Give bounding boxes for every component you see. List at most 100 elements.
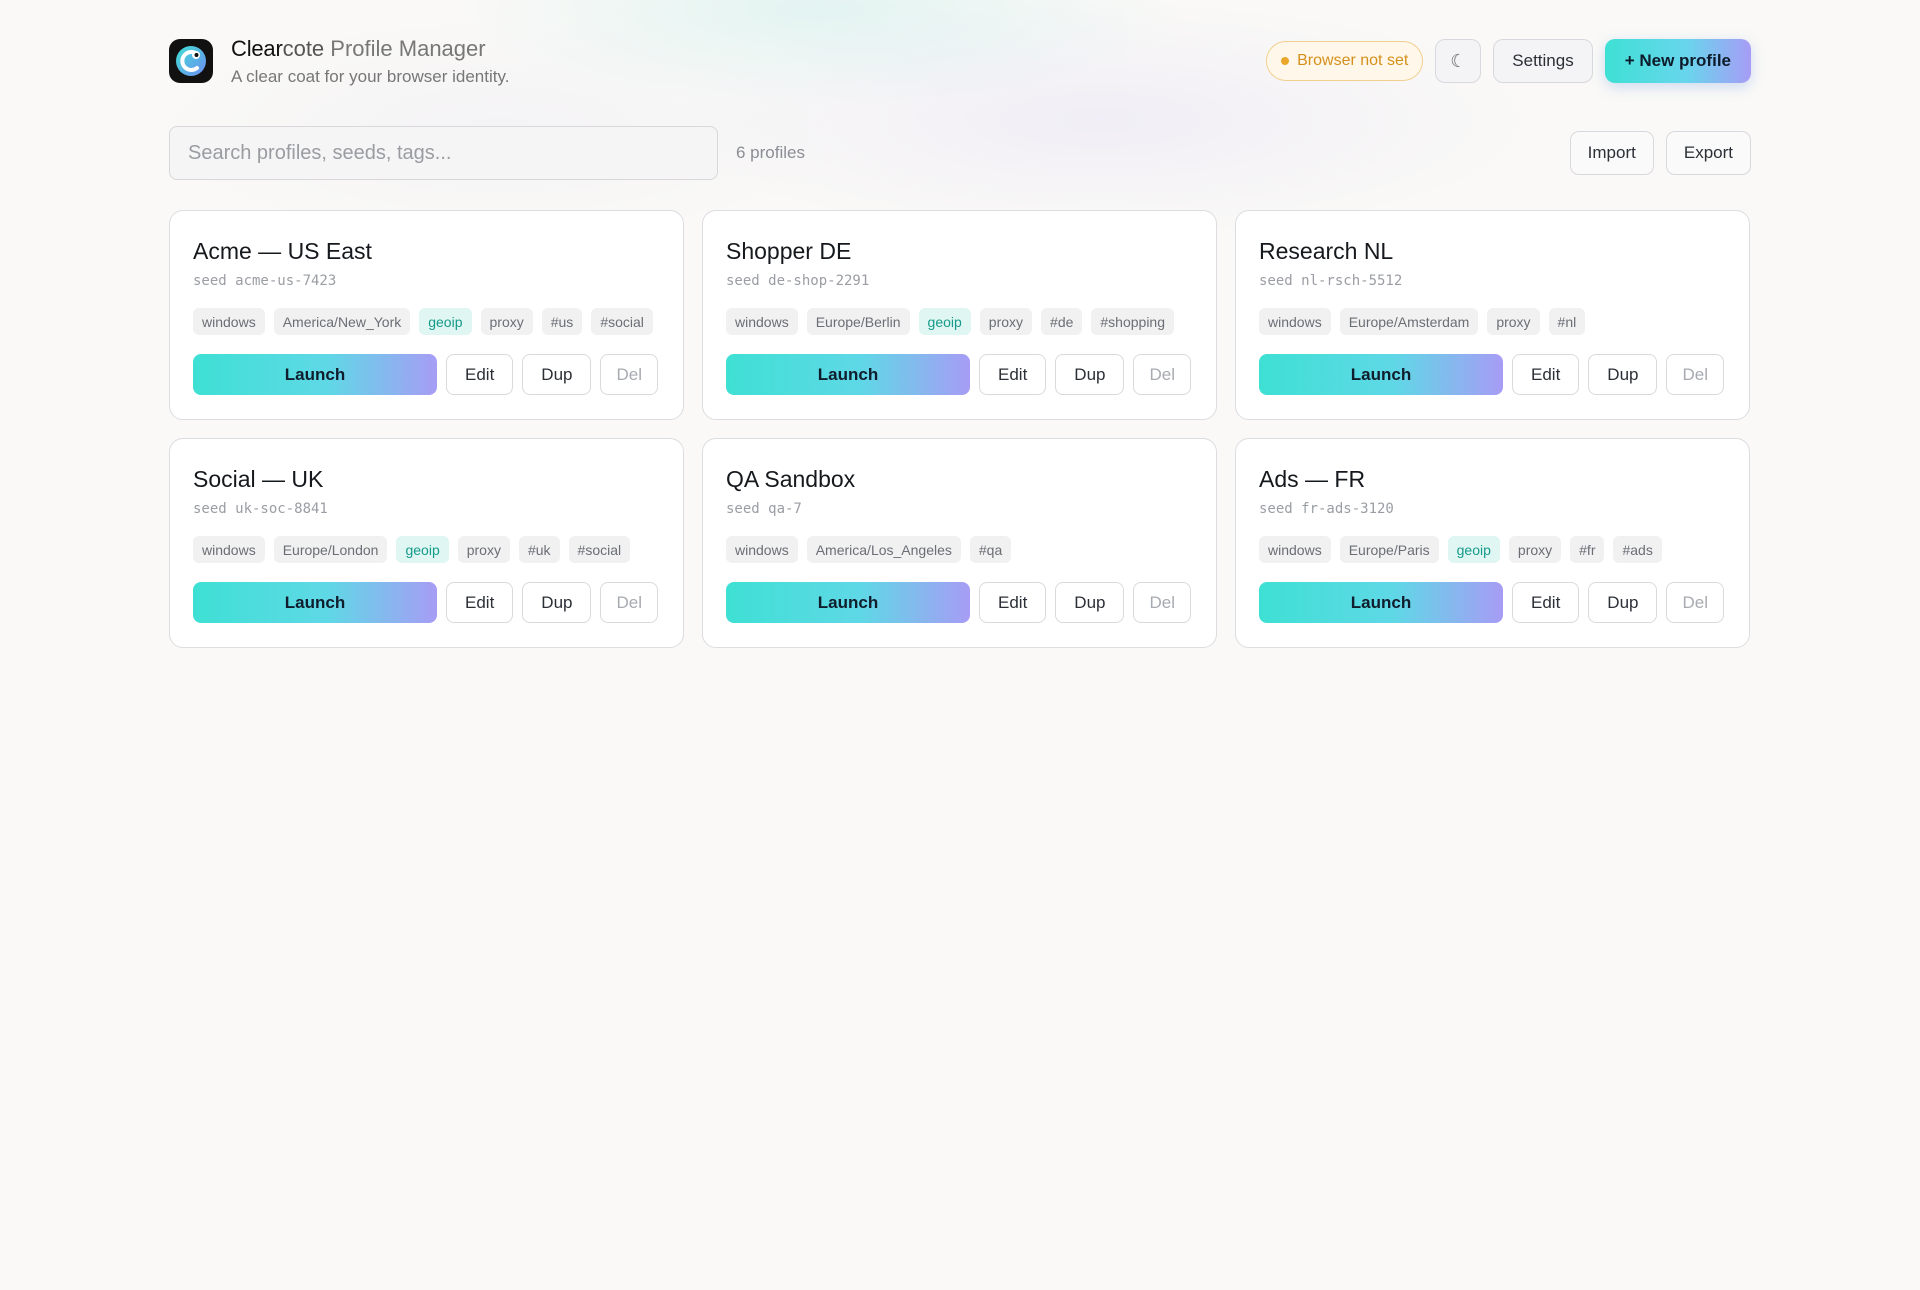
app-title: Clearcote Profile Manager	[231, 35, 509, 63]
launch-button[interactable]: Launch	[726, 582, 970, 623]
duplicate-button[interactable]: Dup	[1588, 354, 1658, 395]
profile-tag: proxy	[1487, 308, 1540, 335]
profile-tags: windows Europe/Amsterdam proxy #nl	[1259, 308, 1726, 335]
duplicate-button[interactable]: Dup	[1588, 582, 1658, 623]
delete-button[interactable]: Del	[1666, 354, 1724, 395]
header-actions: Browser not set ☾ Settings + New profile	[1266, 39, 1751, 83]
profile-card: QA Sandbox seed qa-7 windows America/Los_…	[702, 438, 1217, 648]
delete-button[interactable]: Del	[1666, 582, 1724, 623]
delete-button[interactable]: Del	[600, 582, 658, 623]
profile-tag: geoip	[918, 308, 971, 335]
profile-tag: #qa	[969, 536, 1012, 563]
profile-tag: Europe/London	[273, 536, 388, 563]
profile-tag: windows	[726, 308, 798, 335]
toolbar: 6 profiles Import Export	[169, 125, 1751, 181]
profile-card: Ads — FR seed fr-ads-3120 windows Europe/…	[1235, 438, 1750, 648]
launch-button[interactable]: Launch	[193, 354, 437, 395]
delete-button[interactable]: Del	[1133, 582, 1191, 623]
duplicate-button[interactable]: Dup	[1055, 354, 1125, 395]
profile-tag: #ads	[1613, 536, 1662, 563]
brand: Clearcote Profile Manager A clear coat f…	[169, 35, 509, 87]
profile-seed: seed fr-ads-3120	[1259, 501, 1394, 517]
profile-tag: proxy	[480, 308, 533, 335]
profile-card: Research NL seed nl-rsch-5512 windows Eur…	[1235, 210, 1750, 420]
app-title-mid: cote	[282, 36, 325, 61]
profile-name: Shopper DE	[726, 238, 852, 264]
profile-tag: windows	[726, 536, 798, 563]
import-button[interactable]: Import	[1569, 131, 1654, 175]
profile-name: QA Sandbox	[726, 466, 856, 492]
launch-button[interactable]: Launch	[193, 582, 437, 623]
profile-tag: #social	[591, 308, 653, 335]
profile-tag: Europe/Amsterdam	[1339, 308, 1479, 335]
profile-count: 6 profiles	[736, 143, 805, 162]
profile-actions: Launch Edit Dup Del	[193, 582, 660, 623]
profile-tag: #us	[541, 308, 583, 335]
delete-button[interactable]: Del	[1133, 354, 1191, 395]
edit-button[interactable]: Edit	[979, 354, 1047, 395]
edit-button[interactable]: Edit	[1512, 582, 1580, 623]
profile-tag: windows	[193, 308, 265, 335]
app-title-light: Profile Manager	[324, 36, 486, 61]
profile-actions: Launch Edit Dup Del	[1259, 354, 1726, 395]
theme-toggle-button[interactable]: ☾	[1435, 39, 1482, 83]
profile-name: Acme — US East	[193, 238, 372, 264]
new-profile-button[interactable]: + New profile	[1604, 39, 1751, 83]
profile-tag: #fr	[1570, 536, 1605, 563]
profile-tag: windows	[1259, 308, 1331, 335]
profile-seed: seed de-shop-2291	[726, 273, 870, 289]
profile-name: Ads — FR	[1259, 466, 1366, 492]
edit-button[interactable]: Edit	[446, 354, 514, 395]
profile-card: Shopper DE seed de-shop-2291 windows Euro…	[702, 210, 1217, 420]
app-logo-icon	[169, 39, 213, 83]
duplicate-button[interactable]: Dup	[1055, 582, 1125, 623]
launch-button[interactable]: Launch	[1259, 582, 1503, 623]
profile-tag: geoip	[396, 536, 449, 563]
profile-tag: #de	[1041, 308, 1083, 335]
duplicate-button[interactable]: Dup	[522, 582, 592, 623]
export-button[interactable]: Export	[1665, 131, 1751, 175]
profile-name: Social — UK	[193, 466, 324, 492]
profile-seed: seed acme-us-7423	[193, 273, 337, 289]
edit-button[interactable]: Edit	[979, 582, 1047, 623]
profile-tag: Europe/Berlin	[806, 308, 910, 335]
app-tagline: A clear coat for your browser identity.	[231, 67, 510, 86]
profile-tag: #nl	[1548, 308, 1586, 335]
profile-tags: windows America/Los_Angeles #qa	[726, 536, 1193, 563]
profile-tags: windows Europe/London geoip proxy #uk #social	[193, 536, 660, 563]
app-title-strong: Clear	[231, 36, 283, 61]
profile-tag: #uk	[518, 536, 560, 563]
profile-tag: America/New_York	[273, 308, 411, 335]
profile-tag: proxy	[979, 308, 1033, 335]
profile-tag: Europe/Paris	[1339, 536, 1439, 563]
app-header: Clearcote Profile Manager A clear coat f…	[169, 0, 1751, 122]
profile-card: Acme — US East seed acme-us-7423 windows…	[169, 210, 684, 420]
delete-button[interactable]: Del	[600, 354, 658, 395]
profile-tag: windows	[193, 536, 265, 563]
profile-tags: windows America/New_York geoip proxy #us #soc…	[193, 308, 660, 335]
toolbar-actions: Import Export	[1569, 131, 1751, 175]
profile-tag: windows	[1259, 536, 1331, 563]
edit-button[interactable]: Edit	[1512, 354, 1580, 395]
profile-name: Research NL	[1259, 238, 1394, 264]
launch-button[interactable]: Launch	[1259, 354, 1503, 395]
profile-grid: Acme — US East seed acme-us-7423 windows…	[169, 210, 1751, 648]
profile-tag: geoip	[419, 308, 472, 335]
duplicate-button[interactable]: Dup	[522, 354, 592, 395]
settings-button[interactable]: Settings	[1493, 39, 1593, 83]
search-input[interactable]	[169, 126, 718, 180]
profile-tag: proxy	[457, 536, 510, 563]
profile-card: Social — UK seed uk-soc-8841 windows Euro…	[169, 438, 684, 648]
profile-tags: windows Europe/Berlin geoip proxy #de #shoppi…	[726, 308, 1193, 335]
app-container: Clearcote Profile Manager A clear coat f…	[169, 0, 1751, 648]
profile-actions: Launch Edit Dup Del	[193, 354, 660, 395]
browser-status-label: Browser not set	[1297, 52, 1409, 69]
profile-actions: Launch Edit Dup Del	[726, 354, 1193, 395]
edit-button[interactable]: Edit	[446, 582, 514, 623]
warning-dot-icon	[1281, 57, 1290, 65]
profile-tag: proxy	[1508, 536, 1562, 563]
launch-button[interactable]: Launch	[726, 354, 970, 395]
browser-status-badge[interactable]: Browser not set	[1266, 41, 1424, 81]
profile-actions: Launch Edit Dup Del	[726, 582, 1193, 623]
profile-tag: geoip	[1447, 536, 1500, 563]
